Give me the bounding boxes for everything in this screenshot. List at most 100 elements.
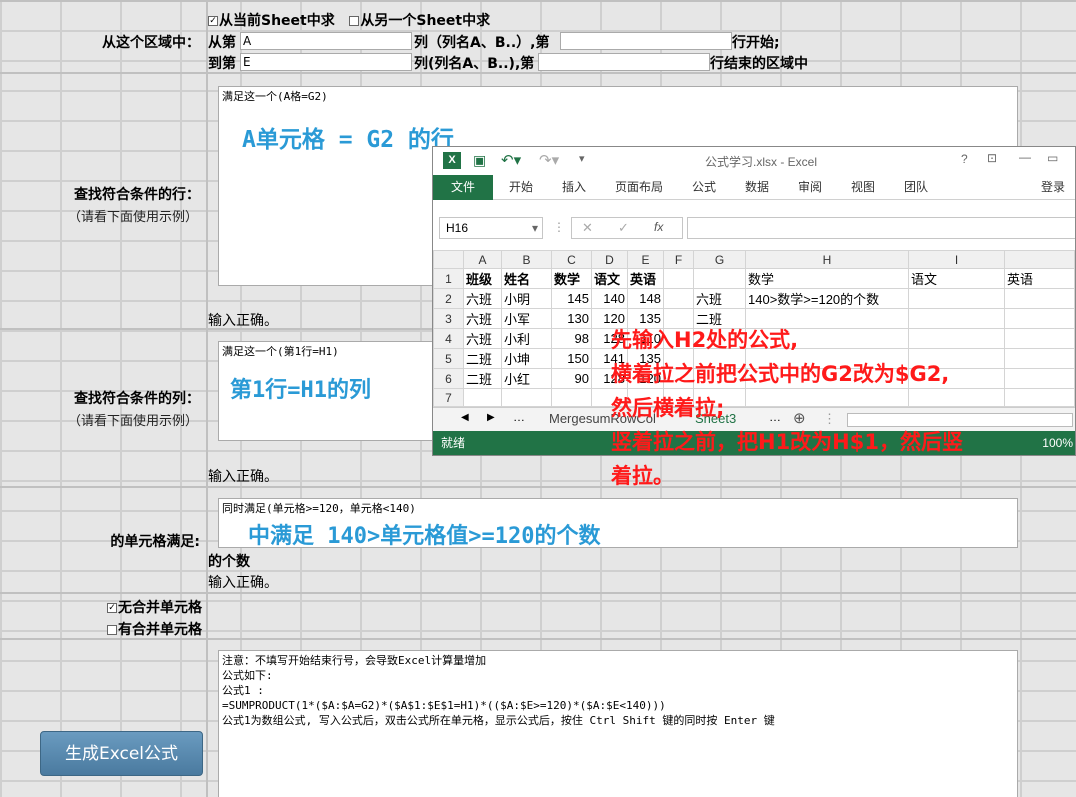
column-header[interactable]: A xyxy=(463,250,502,269)
column-header[interactable]: B xyxy=(501,250,552,269)
login-link[interactable]: 登录 xyxy=(1041,175,1065,200)
sheet-cell[interactable]: 小利 xyxy=(501,328,552,349)
sheet-cell[interactable]: 140 xyxy=(591,288,628,309)
row-header[interactable]: 6 xyxy=(433,368,464,389)
start-row-input[interactable] xyxy=(560,32,732,50)
sheet-cell[interactable] xyxy=(1004,328,1075,349)
tab-team[interactable]: 团队 xyxy=(904,175,928,200)
sheet-cell[interactable] xyxy=(1004,348,1075,369)
sheet-cell[interactable]: 140>数学>=120的个数 xyxy=(745,288,909,309)
more-icon[interactable]: ⋮ xyxy=(553,220,565,234)
sheet-cell[interactable]: 六班 xyxy=(463,328,502,349)
tab-formulas[interactable]: 公式 xyxy=(692,175,716,200)
sheet-cell[interactable] xyxy=(663,288,694,309)
formula-input[interactable] xyxy=(687,217,1075,239)
sheet-cell[interactable] xyxy=(908,328,1005,349)
from-col-input[interactable]: A xyxy=(240,32,412,50)
sheet-ellipsis-icon-2[interactable]: … xyxy=(769,410,781,424)
row-header[interactable]: 7 xyxy=(433,388,464,407)
column-header[interactable]: D xyxy=(591,250,628,269)
sheet-ellipsis-icon[interactable]: … xyxy=(513,410,525,424)
row-header[interactable]: 4 xyxy=(433,328,464,349)
checkbox-other-sheet[interactable] xyxy=(349,16,360,26)
function-icon[interactable]: fx xyxy=(654,220,663,234)
sheet-cell[interactable] xyxy=(663,268,694,289)
save-icon[interactable]: ▣ xyxy=(473,152,486,169)
sheet-cell[interactable]: 英语 xyxy=(1004,268,1075,289)
enter-icon[interactable]: ✓ xyxy=(618,220,629,236)
sheet-cell[interactable] xyxy=(745,388,909,407)
to-col-input[interactable]: E xyxy=(240,53,412,71)
column-header[interactable]: G xyxy=(693,250,746,269)
sheet-cell[interactable]: 数学 xyxy=(745,268,909,289)
column-header[interactable] xyxy=(1004,250,1075,269)
prev-sheet-icon[interactable]: ◀ xyxy=(461,412,469,423)
sheet-cell[interactable]: 小军 xyxy=(501,308,552,329)
undo-icon[interactable]: ↶▾ xyxy=(501,151,521,169)
sheet-cell[interactable] xyxy=(693,268,746,289)
sheet-cell[interactable]: 148 xyxy=(627,288,664,309)
sheet-cell[interactable]: 姓名 xyxy=(501,268,552,289)
tab-data[interactable]: 数据 xyxy=(745,175,769,200)
sheet-cell[interactable]: 二班 xyxy=(463,348,502,369)
formula-output[interactable]: 注意：不填写开始结束行号，会导致Excel计算量增加 公式如下: 公式1 : =… xyxy=(218,650,1018,797)
sheet-cell[interactable] xyxy=(501,388,552,407)
sheet-cell[interactable]: 98 xyxy=(551,328,592,349)
help-icon[interactable]: ? xyxy=(961,152,968,166)
sheet-cell[interactable]: 班级 xyxy=(463,268,502,289)
column-header[interactable]: F xyxy=(663,250,694,269)
column-header[interactable]: I xyxy=(908,250,1005,269)
tab-home[interactable]: 开始 xyxy=(509,175,533,200)
sheet-cell[interactable]: 二班 xyxy=(463,368,502,389)
row-header[interactable]: 2 xyxy=(433,288,464,309)
sheet-cell[interactable]: 小明 xyxy=(501,288,552,309)
minimize-icon[interactable]: — xyxy=(1019,150,1031,164)
generate-formula-button[interactable]: 生成Excel公式 xyxy=(40,731,203,776)
next-sheet-icon[interactable]: ▶ xyxy=(487,412,495,423)
checkbox-no-merge[interactable]: ✓ xyxy=(107,603,117,613)
column-header[interactable]: E xyxy=(627,250,664,269)
ribbon-display-icon[interactable]: ⊡ xyxy=(987,151,997,165)
sheet-cell[interactable]: 小红 xyxy=(501,368,552,389)
sheet-cell[interactable]: 90 xyxy=(551,368,592,389)
cancel-icon[interactable]: ✕ xyxy=(582,220,593,236)
redo-icon[interactable]: ↷▾ xyxy=(539,151,559,169)
column-header[interactable]: H xyxy=(745,250,909,269)
sheet-cell[interactable]: 数学 xyxy=(551,268,592,289)
end-row-input[interactable] xyxy=(538,53,710,71)
sheet-cell[interactable] xyxy=(463,388,502,407)
sheet-cell[interactable] xyxy=(1004,368,1075,389)
sheet-cell[interactable]: 小坤 xyxy=(501,348,552,369)
select-all-corner[interactable] xyxy=(433,250,464,269)
sheet-cell[interactable] xyxy=(1004,288,1075,309)
row-header[interactable]: 5 xyxy=(433,348,464,369)
sheet-cell[interactable] xyxy=(908,308,1005,329)
sheet-cell[interactable]: 六班 xyxy=(693,288,746,309)
customize-icon[interactable]: ▾ xyxy=(579,152,585,165)
sheet-cell[interactable] xyxy=(551,388,592,407)
sheet-cell[interactable]: 六班 xyxy=(463,288,502,309)
checkbox-current-sheet[interactable]: ✓ xyxy=(208,16,218,26)
sheet-cell[interactable] xyxy=(908,288,1005,309)
maximize-icon[interactable]: ▭ xyxy=(1047,151,1058,165)
name-box[interactable]: H16 ▾ xyxy=(439,217,543,239)
sheet-cell[interactable]: 语文 xyxy=(908,268,1005,289)
tab-view[interactable]: 视图 xyxy=(851,175,875,200)
name-box-dropdown-icon[interactable]: ▾ xyxy=(532,218,538,238)
sheet-cell[interactable]: 六班 xyxy=(463,308,502,329)
sheet-cell[interactable]: 130 xyxy=(551,308,592,329)
tab-file[interactable]: 文件 xyxy=(433,175,493,200)
tab-insert[interactable]: 插入 xyxy=(562,175,586,200)
sheet-cell[interactable]: 150 xyxy=(551,348,592,369)
sheet-cell[interactable]: 145 xyxy=(551,288,592,309)
tab-page-layout[interactable]: 页面布局 xyxy=(615,175,663,200)
column-header[interactable]: C xyxy=(551,250,592,269)
sheet-cell[interactable] xyxy=(908,388,1005,407)
row-header[interactable]: 3 xyxy=(433,308,464,329)
zoom-level[interactable]: 100% xyxy=(1042,431,1073,455)
sheet-cell[interactable] xyxy=(1004,308,1075,329)
row-header[interactable]: 1 xyxy=(433,268,464,289)
sheet-cell[interactable]: 英语 xyxy=(627,268,664,289)
checkbox-has-merge[interactable] xyxy=(107,625,117,635)
sheet-cell[interactable]: 语文 xyxy=(591,268,628,289)
